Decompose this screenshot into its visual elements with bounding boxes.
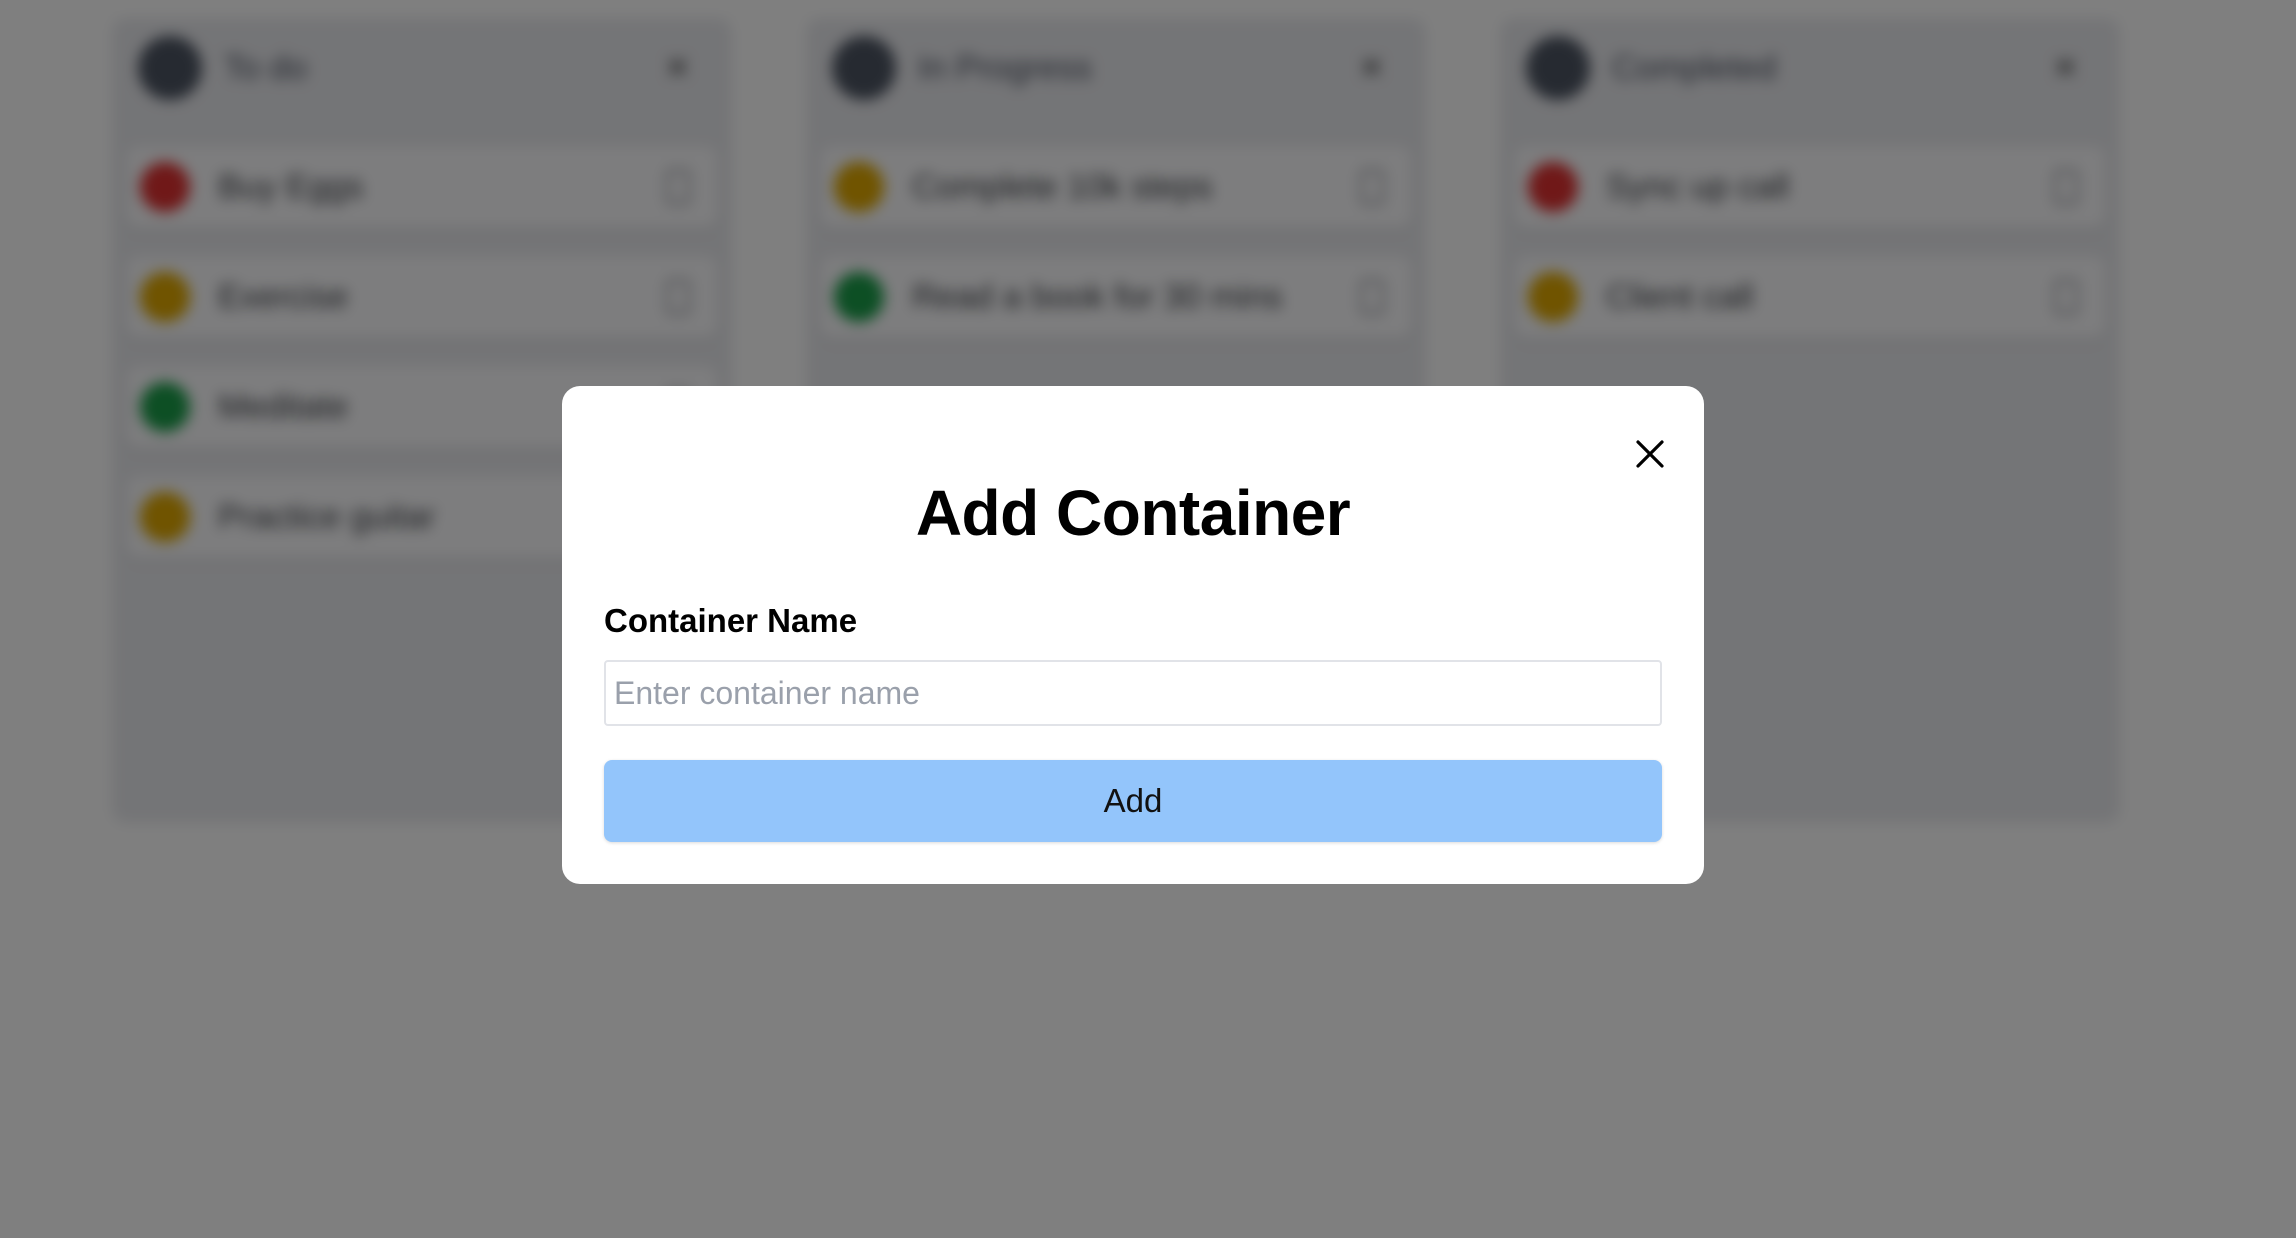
add-button[interactable]: Add <box>604 760 1662 842</box>
container-name-label: Container Name <box>604 602 858 639</box>
close-icon-glyph <box>1636 440 1664 468</box>
container-name-input[interactable] <box>604 660 1662 726</box>
dialog-title: Add Container <box>915 477 1351 549</box>
add-container-dialog: Add Container Container Name Add <box>562 386 1704 884</box>
close-icon[interactable] <box>1632 436 1668 472</box>
